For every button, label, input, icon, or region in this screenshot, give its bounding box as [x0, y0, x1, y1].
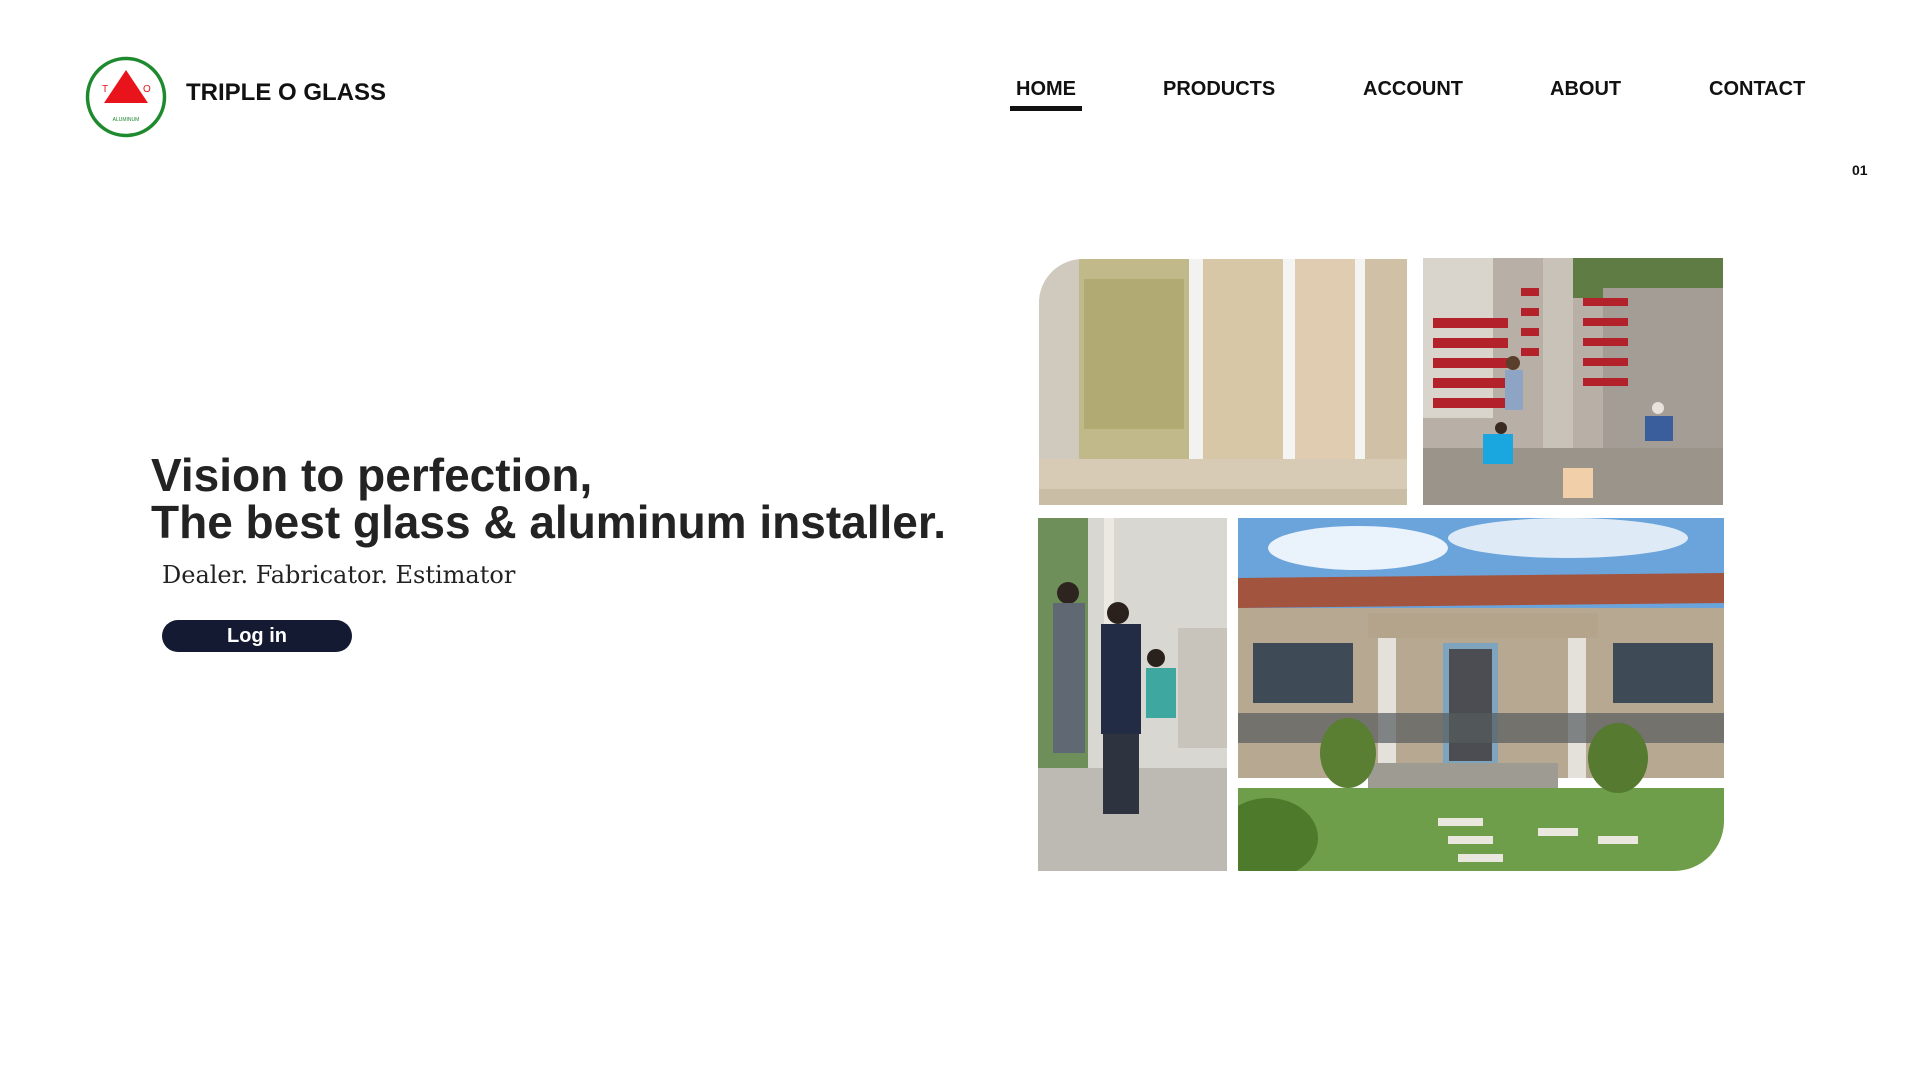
nav-about[interactable]: ABOUT — [1550, 78, 1621, 101]
photo-glass-doors — [1039, 259, 1407, 505]
hero-subtitle: Dealer. Fabricator. Estimator — [162, 561, 516, 589]
slide-indicator: 01 — [1852, 162, 1868, 178]
nav-home[interactable]: HOME — [1010, 78, 1082, 111]
hero-title-line2: The best glass & aluminum installer. — [151, 496, 947, 548]
nav-contact[interactable]: CONTACT — [1709, 78, 1805, 101]
logo-letter-o: O — [143, 84, 151, 95]
nav-products[interactable]: PRODUCTS — [1163, 78, 1275, 101]
photo-glass-panel-installation — [1038, 518, 1227, 871]
photo-red-gate-installation — [1423, 258, 1723, 505]
logo-caption: ALUMINUM — [113, 117, 140, 123]
logo-letter-t: T — [102, 84, 108, 95]
brand-logo[interactable]: T O ALUMINUM — [85, 56, 167, 138]
triangle-logo-icon: T O ALUMINUM — [85, 56, 167, 138]
photo-house-exterior — [1238, 518, 1724, 871]
login-button[interactable]: Log in — [162, 620, 352, 652]
hero-title: Vision to perfection, The best glass & a… — [151, 452, 946, 546]
nav-account[interactable]: ACCOUNT — [1363, 78, 1463, 101]
brand-name[interactable]: TRIPLE O GLASS — [186, 79, 386, 107]
hero-title-line1: Vision to perfection, — [151, 449, 593, 501]
